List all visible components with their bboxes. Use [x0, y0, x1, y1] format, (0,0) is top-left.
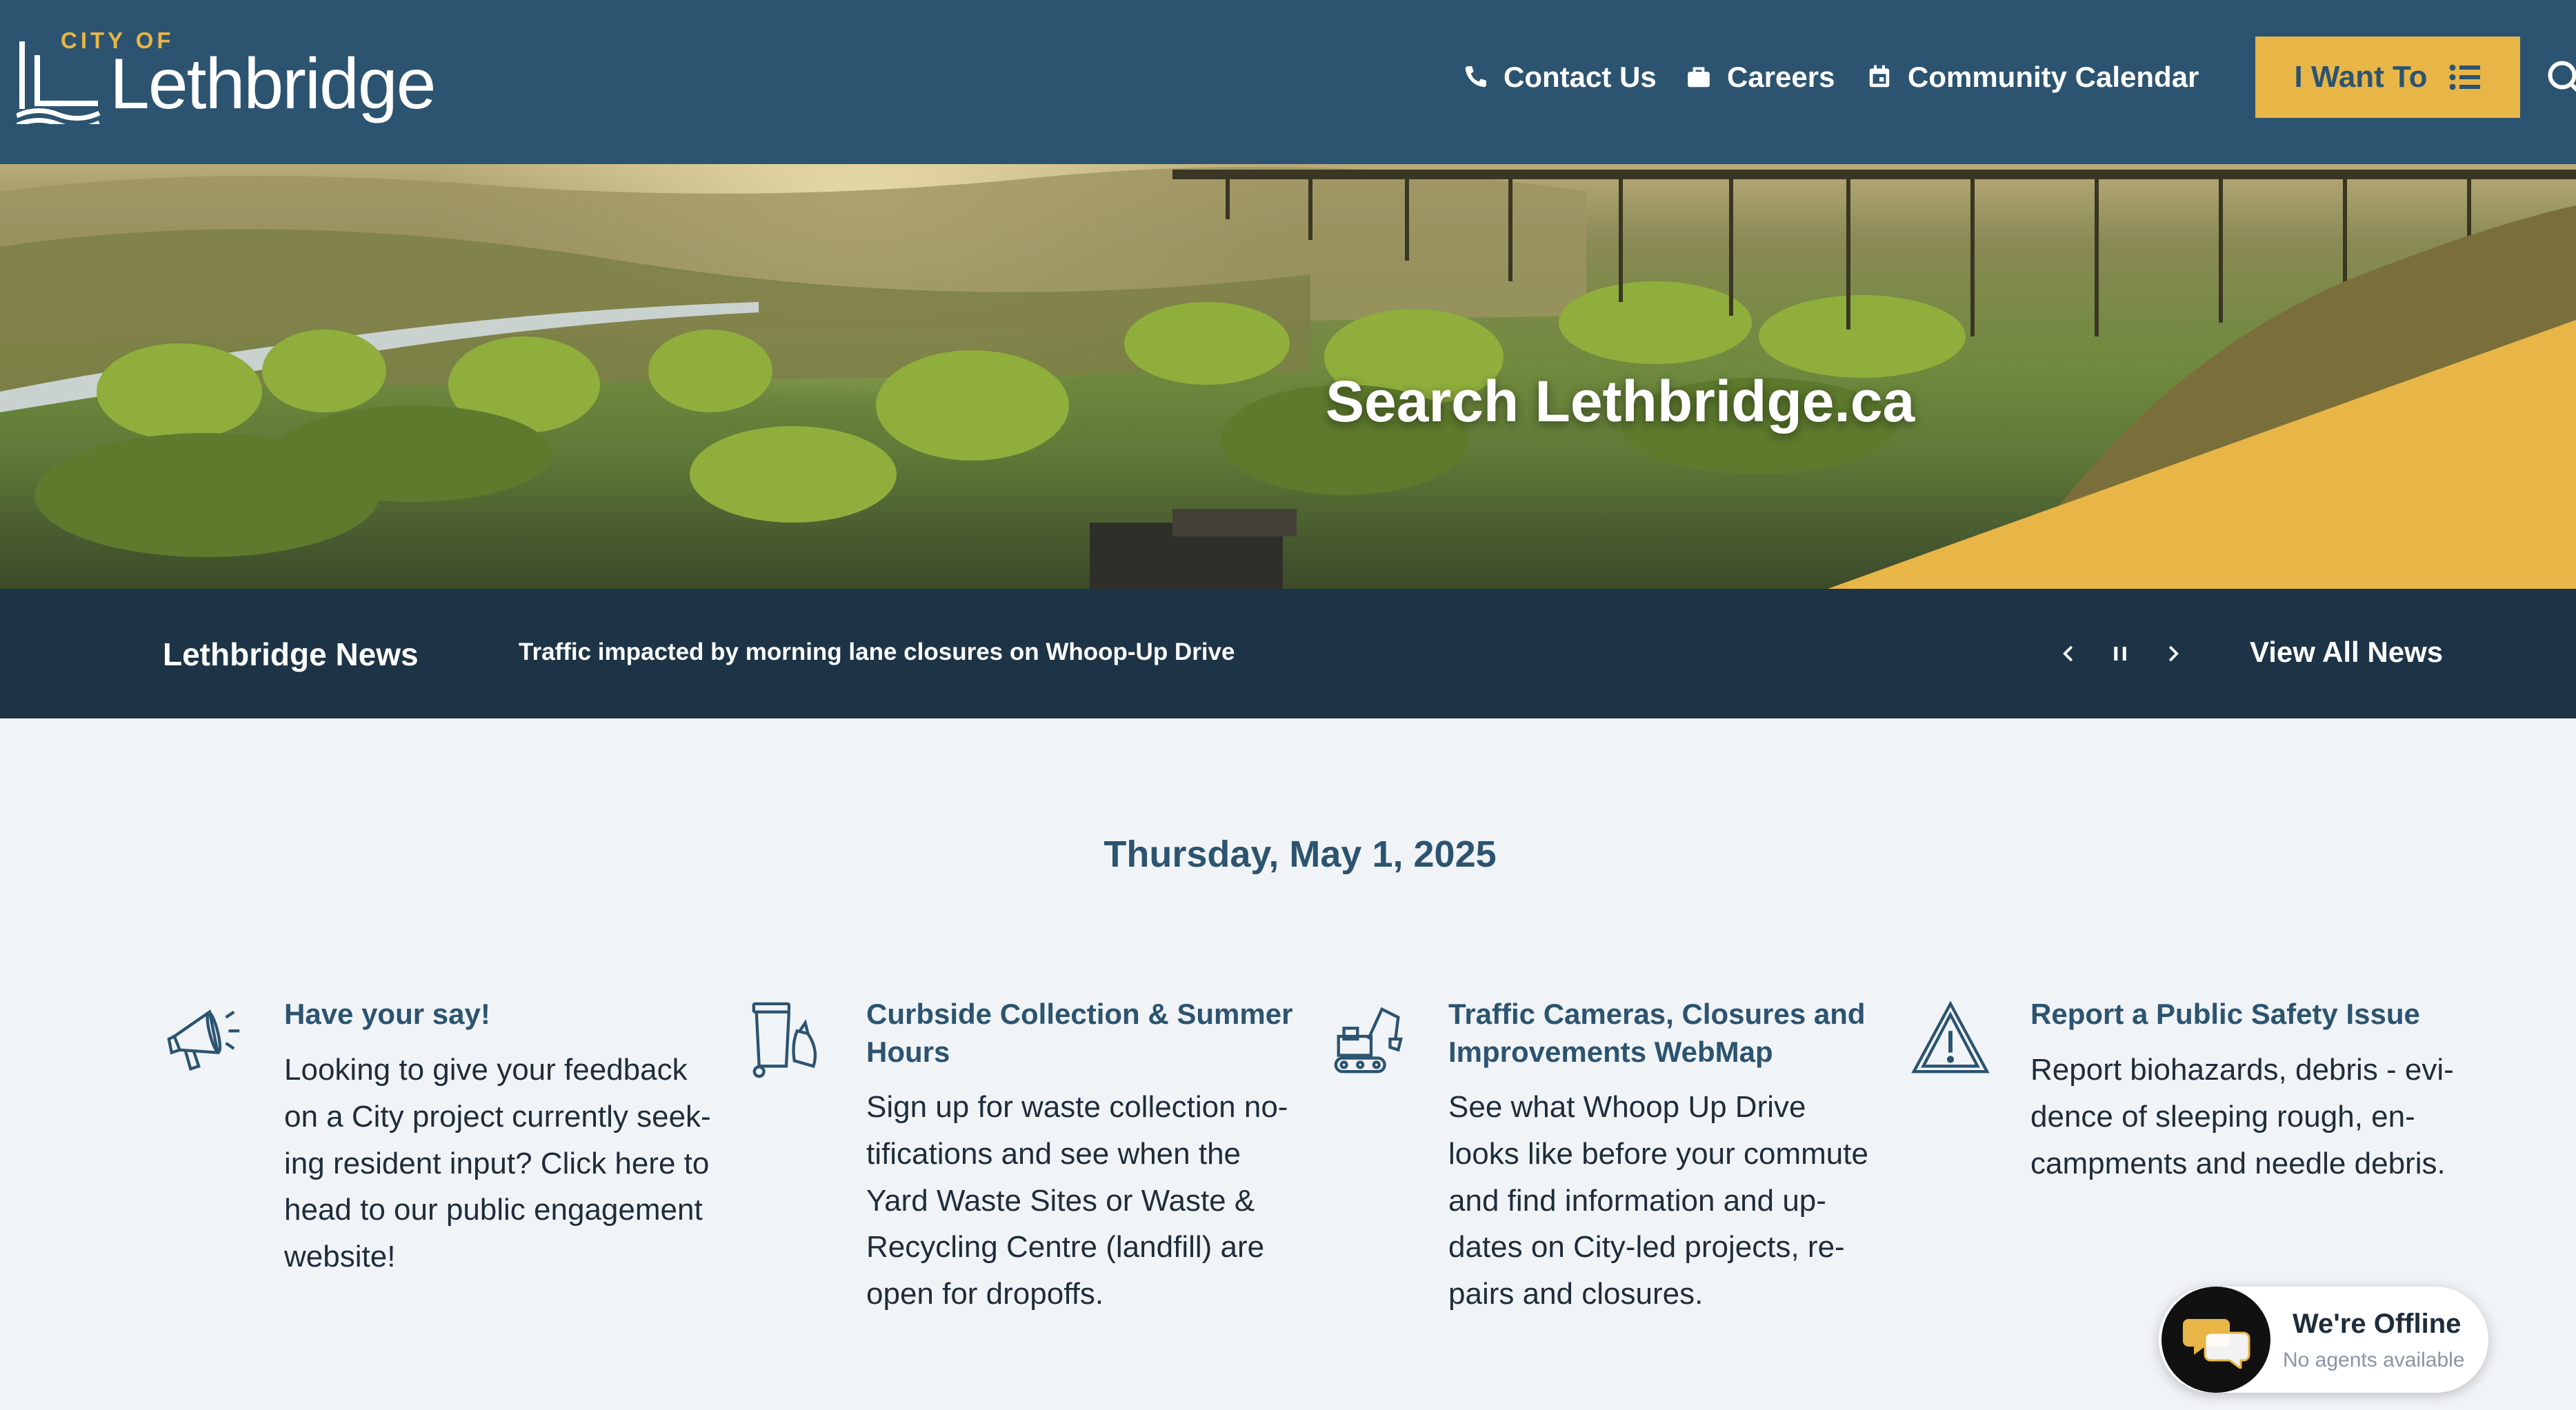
chat-launcher[interactable] [2161, 1287, 2270, 1393]
chevron-right-icon [2168, 645, 2179, 662]
card-traffic-cameras[interactable]: Traffic Cameras, Closures and Improvemen… [1327, 993, 1879, 1338]
i-want-to-button[interactable]: I Want To [2255, 37, 2520, 118]
search-icon[interactable] [2545, 58, 2576, 99]
card-title: Traffic Cameras, Closures and Improvemen… [1448, 998, 1866, 1068]
card-description: Sign up for waste collection no-tificati… [866, 1090, 1288, 1311]
chevron-left-icon [2063, 645, 2073, 662]
nav-community-calendar[interactable]: Community Calendar [1866, 61, 2199, 94]
nav-calendar-label: Community Calendar [1908, 61, 2199, 93]
card-description: Report biohazards, debris - evi-dence of… [2030, 1053, 2454, 1180]
waste-bins-icon [752, 1002, 817, 1078]
nav-careers[interactable]: Careers [1686, 61, 1835, 94]
card-have-your-say[interactable]: Have your say! Looking to give your feed… [163, 993, 715, 1338]
view-all-news-link[interactable]: View All News [2250, 636, 2443, 669]
news-ticker: Lethbridge News Traffic impacted by morn… [0, 589, 2576, 718]
site-header: CITY OF Lethbridge Contact Us Careers Co… [0, 0, 2576, 164]
news-headline-link[interactable]: Traffic impacted by morning lane closure… [519, 638, 1235, 666]
current-date: Thursday, May 1, 2025 [1104, 834, 1497, 875]
card-description: Looking to give your feedback on a City … [284, 1053, 711, 1273]
card-title: Have your say! [284, 998, 490, 1030]
city-logo[interactable]: CITY OF Lethbridge [17, 28, 437, 131]
news-next-button[interactable] [2153, 632, 2192, 676]
hero-landscape-image [0, 167, 2576, 589]
excavator-icon [1334, 1007, 1403, 1074]
card-title: Curbside Collection & Summer Hours [866, 998, 1293, 1068]
card-report-public-safety[interactable]: Report a Public Safety Issue Report bioh… [1909, 993, 2461, 1338]
card-title: Report a Public Safety Issue [2030, 998, 2420, 1030]
phone-icon [1465, 66, 1486, 88]
logo-name: Lethbridge [110, 44, 437, 124]
chat-status-subtitle: No agents available [2283, 1349, 2465, 1371]
news-prev-button[interactable] [2050, 632, 2088, 676]
chat-status-title: We're Offline [2293, 1309, 2462, 1339]
hero-search-title[interactable]: Search Lethbridge.ca [1326, 368, 2015, 435]
chat-widget[interactable]: We're Offline No agents available [2159, 1287, 2488, 1393]
chat-bubbles-icon [2183, 1319, 2250, 1369]
news-pause-button[interactable] [2101, 632, 2139, 676]
nav-contact-label: Contact Us [1504, 61, 1657, 93]
briefcase-icon [1688, 67, 1710, 88]
news-heading: Lethbridge News [163, 636, 419, 672]
megaphone-icon [167, 1009, 240, 1071]
hero-banner: Search Lethbridge.ca [0, 164, 2576, 589]
pause-icon [2114, 647, 2126, 661]
card-curbside-collection[interactable]: Curbside Collection & Summer Hours Sign … [745, 993, 1297, 1338]
list-icon [2449, 64, 2480, 90]
calendar-icon [1869, 65, 1890, 88]
nav-careers-label: Careers [1727, 61, 1835, 93]
nav-contact-us[interactable]: Contact Us [1462, 61, 1657, 94]
card-description: See what Whoop Up Drive looks like befor… [1448, 1090, 1868, 1311]
warning-icon [1911, 1000, 1990, 1074]
i-want-to-label: I Want To [2294, 60, 2428, 94]
